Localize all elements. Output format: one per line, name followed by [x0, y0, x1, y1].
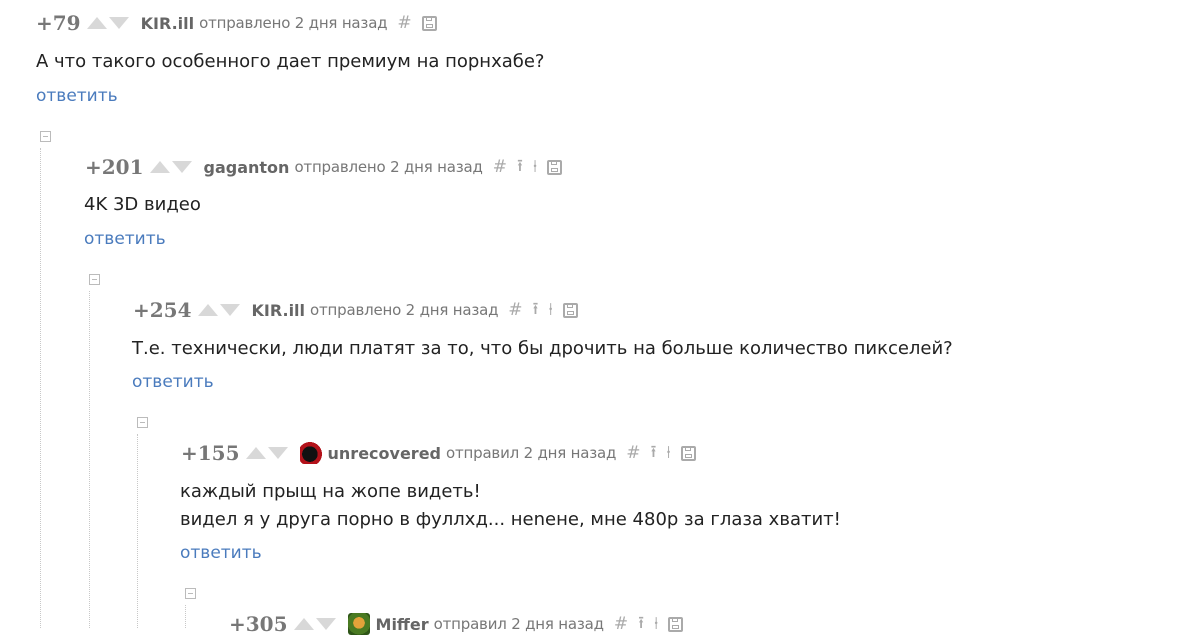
comment-meta: +79 KIR.ill отправлено 2 дня назад # — [36, 11, 447, 35]
comment-author[interactable]: Miffer — [376, 615, 429, 634]
comment-timestamp: отправил 2 дня назад — [433, 615, 604, 633]
thread-line-2 — [89, 291, 90, 628]
thread-line-1 — [40, 148, 41, 628]
parent-comment-icon[interactable]: ⭱ — [533, 296, 539, 325]
comment-text: Т.е. технически, люди платят за то, что … — [132, 335, 953, 363]
permalink-icon[interactable]: # — [397, 13, 411, 33]
comment-rating: +201 — [85, 155, 144, 179]
comment-text-line: Т.е. технически, люди платят за то, что … — [132, 338, 953, 359]
comment-text: каждый прыщ на жопе видеть! видел я у др… — [180, 478, 841, 534]
save-icon[interactable] — [668, 616, 684, 632]
collapse-toggle-icon[interactable] — [137, 417, 148, 428]
vote-buttons — [149, 161, 194, 173]
comment-author[interactable]: KIR.ill — [141, 14, 195, 33]
reply-link[interactable]: ответить — [180, 543, 262, 563]
downvote-icon[interactable] — [267, 447, 288, 459]
thread-icon[interactable]: ⍿ — [533, 157, 537, 177]
comment-timestamp: отправил 2 дня назад — [446, 444, 617, 462]
comment-meta: +201 gaganton отправлено 2 дня назад # ⭱… — [85, 155, 572, 179]
downvote-icon[interactable] — [171, 161, 192, 173]
parent-comment-icon[interactable]: ⭱ — [517, 153, 523, 182]
permalink-icon[interactable]: # — [626, 443, 640, 463]
permalink-icon[interactable]: # — [508, 300, 522, 320]
comment-meta: +305 Miffer отправил 2 дня назад # ⭱ ⍿ — [229, 612, 693, 636]
thread-icon[interactable]: ⍿ — [666, 443, 670, 463]
comment-author[interactable]: gaganton — [204, 158, 290, 177]
reply-link[interactable]: ответить — [84, 229, 166, 249]
upvote-icon[interactable] — [149, 161, 170, 173]
upvote-icon[interactable] — [293, 618, 314, 630]
comment-rating: +155 — [181, 441, 240, 465]
comment-rating: +79 — [36, 11, 81, 35]
comment-text-line: видел я у друга порно в фуллхд... нenене… — [180, 509, 841, 530]
reply-link[interactable]: ответить — [132, 372, 214, 392]
comment-timestamp: отправлено 2 дня назад — [310, 301, 499, 319]
downvote-icon[interactable] — [108, 17, 129, 29]
save-icon[interactable] — [421, 15, 437, 31]
upvote-icon[interactable] — [86, 17, 107, 29]
upvote-icon[interactable] — [245, 447, 266, 459]
thread-icon[interactable]: ⍿ — [654, 614, 658, 634]
comment-author[interactable]: unrecovered — [328, 444, 441, 463]
vote-buttons — [86, 17, 131, 29]
comment-text: 4K 3D видео — [84, 191, 201, 219]
reply-link[interactable]: ответить — [36, 86, 118, 106]
save-icon[interactable] — [562, 302, 578, 318]
comment-meta: +155 unrecovered отправил 2 дня назад # … — [181, 441, 706, 465]
comment-author[interactable]: KIR.ill — [252, 301, 306, 320]
permalink-icon[interactable]: # — [614, 614, 628, 634]
vote-buttons — [197, 304, 242, 316]
avatar[interactable] — [299, 442, 322, 464]
thread-line-3 — [137, 434, 138, 628]
downvote-icon[interactable] — [219, 304, 240, 316]
thread-line-4 — [185, 605, 186, 628]
parent-comment-icon[interactable]: ⭱ — [650, 439, 656, 468]
vote-buttons — [293, 618, 338, 630]
save-icon[interactable] — [547, 159, 563, 175]
parent-comment-icon[interactable]: ⭱ — [638, 610, 644, 639]
thread-icon[interactable]: ⍿ — [548, 300, 552, 320]
comment-rating: +254 — [133, 298, 192, 322]
upvote-icon[interactable] — [197, 304, 218, 316]
comment-timestamp: отправлено 2 дня назад — [199, 14, 388, 32]
comment-text: А что такого особенного дает премиум на … — [36, 48, 544, 76]
comment-text-line: 4K 3D видео — [84, 194, 201, 215]
avatar[interactable] — [347, 613, 370, 635]
comment-meta: +254 KIR.ill отправлено 2 дня назад # ⭱ … — [133, 298, 588, 322]
comment-text-line: каждый прыщ на жопе видеть! — [180, 481, 481, 502]
comment-rating: +305 — [229, 612, 288, 636]
save-icon[interactable] — [680, 445, 696, 461]
vote-buttons — [245, 447, 290, 459]
collapse-toggle-icon[interactable] — [185, 588, 196, 599]
comment-text-line: А что такого особенного дает премиум на … — [36, 51, 545, 72]
comment-timestamp: отправлено 2 дня назад — [294, 158, 483, 176]
permalink-icon[interactable]: # — [493, 157, 507, 177]
collapse-toggle-icon[interactable] — [89, 274, 100, 285]
collapse-toggle-icon[interactable] — [40, 131, 51, 142]
downvote-icon[interactable] — [315, 618, 336, 630]
